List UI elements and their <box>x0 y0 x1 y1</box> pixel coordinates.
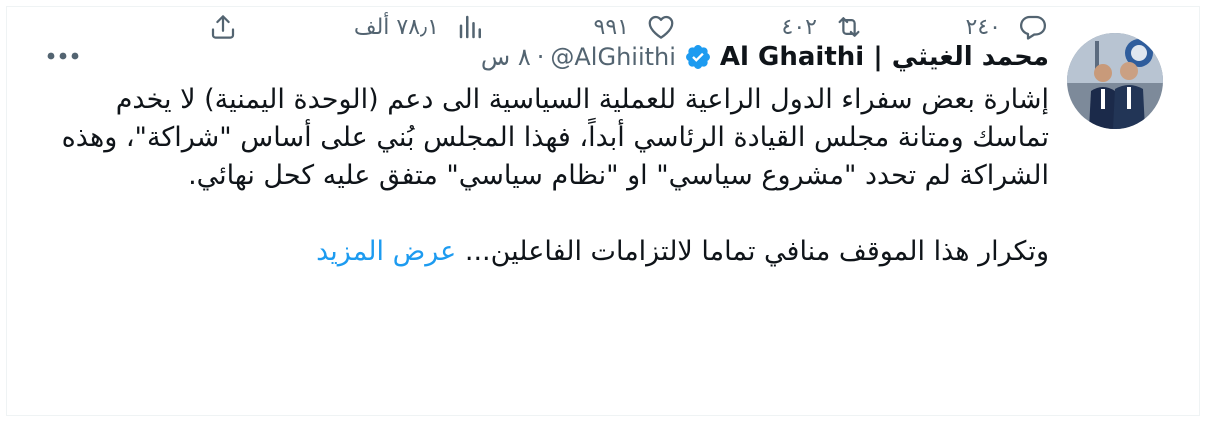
timestamp[interactable]: ٨ س <box>481 43 531 71</box>
separator-dot: · <box>536 43 545 71</box>
like-count: ٩٩١ <box>593 14 629 40</box>
share-button[interactable] <box>205 7 241 47</box>
avatar-image <box>1067 33 1163 129</box>
tweet-card[interactable]: محمد الغيثي | Al Ghaithi @AlGhiithi · ٨ … <box>6 6 1200 416</box>
avatar[interactable] <box>1067 33 1163 129</box>
verified-badge-icon <box>684 43 712 71</box>
reply-button[interactable]: ٢٤٠ <box>966 7 1051 47</box>
more-options-button[interactable] <box>43 41 83 71</box>
tweet-text: إشارة بعض سفراء الدول الراعية للعملية ال… <box>49 81 1049 271</box>
bar-chart-icon <box>453 9 489 45</box>
share-upload-icon <box>205 9 241 45</box>
views-count: ٧٨٫١ ألف <box>353 14 439 40</box>
reply-bubble-icon <box>1015 9 1051 45</box>
more-horizontal-icon <box>47 52 79 60</box>
retweet-button[interactable]: ٤٠٢ <box>782 7 867 47</box>
tweet-paragraph-2-text: وتكرار هذا الموقف منافي تماما لالتزامات … <box>464 236 1049 267</box>
tweet-paragraph-2: وتكرار هذا الموقف منافي تماما لالتزامات … <box>49 233 1049 271</box>
user-handle[interactable]: @AlGhiithi <box>550 43 676 71</box>
views-button[interactable]: ٧٨٫١ ألف <box>354 7 489 47</box>
retweet-icon <box>831 9 867 45</box>
heart-icon <box>643 9 679 45</box>
retweet-count: ٤٠٢ <box>781 14 817 40</box>
reply-count: ٢٤٠ <box>965 14 1001 40</box>
tweet-header: محمد الغيثي | Al Ghaithi @AlGhiithi · ٨ … <box>481 39 1049 75</box>
like-button[interactable]: ٩٩١ <box>594 7 679 47</box>
show-more-link[interactable]: عرض المزيد <box>316 236 456 267</box>
tweet-paragraph-1: إشارة بعض سفراء الدول الراعية للعملية ال… <box>61 84 1049 191</box>
